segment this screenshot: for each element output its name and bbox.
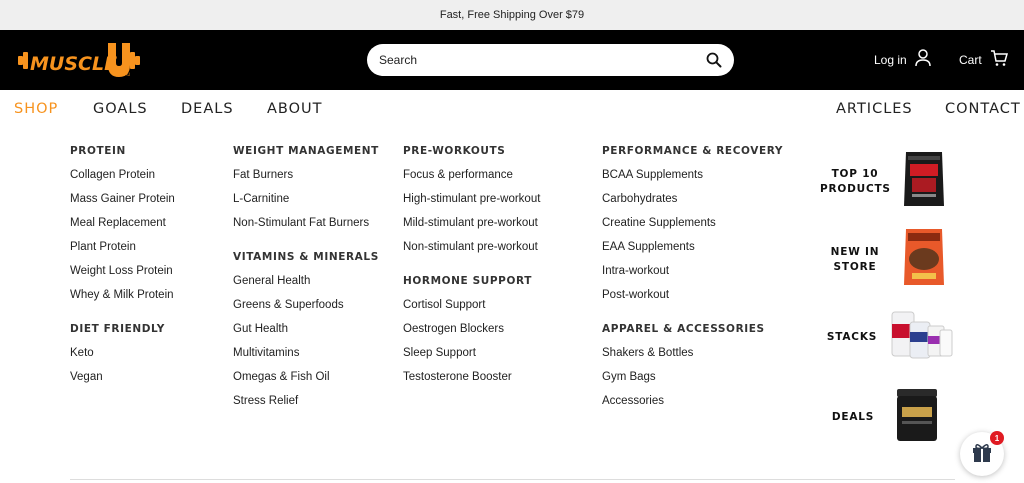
menu-column-3: PRE-WORKOUTS Focus & performance High-st… (403, 139, 540, 389)
search-icon[interactable] (706, 52, 722, 68)
promo-label: STACKS (826, 331, 878, 343)
promo-top10[interactable]: TOP 10 PRODUCTS (820, 150, 946, 213)
user-icon (914, 49, 931, 70)
category-heading[interactable]: PRE-WORKOUTS (403, 139, 540, 163)
login-link[interactable]: Log in (874, 49, 931, 70)
muscleu-logo[interactable]: MUSCLE COM.AU (18, 41, 140, 79)
login-label: Log in (874, 52, 907, 67)
menu-link[interactable]: Focus & performance (403, 163, 540, 187)
menu-link[interactable]: Non-Stimulant Fat Burners (233, 211, 379, 235)
top10-product-bag-image (902, 150, 946, 213)
menu-link[interactable]: Cortisol Support (403, 293, 540, 317)
menu-link[interactable]: Meal Replacement (70, 211, 175, 235)
menu-link[interactable]: Sleep Support (403, 341, 540, 365)
category-heading[interactable]: APPAREL & ACCESSORIES (602, 317, 783, 341)
menu-link[interactable]: Plant Protein (70, 235, 175, 259)
menu-link[interactable]: Keto (70, 341, 175, 365)
menu-link[interactable]: Carbohydrates (602, 187, 783, 211)
logo-sub: COM.AU (114, 72, 130, 77)
promo-label: TOP 10 (831, 167, 879, 180)
promo-deals[interactable]: DEALS (820, 387, 940, 448)
deals-tub-image (894, 387, 940, 448)
main-nav: SHOP GOALS DEALS ABOUT ARTICLES CONTACT (0, 90, 1024, 130)
menu-link[interactable]: Fat Burners (233, 163, 379, 187)
menu-link[interactable]: Non-stimulant pre-workout (403, 235, 540, 259)
menu-link[interactable]: Mass Gainer Protein (70, 187, 175, 211)
menu-link[interactable]: Testosterone Booster (403, 365, 540, 389)
nav-articles[interactable]: ARTICLES (836, 101, 913, 117)
gift-icon (971, 441, 993, 468)
menu-column-4: PERFORMANCE & RECOVERY BCAA Supplements … (602, 139, 783, 413)
stacks-products-image (888, 308, 954, 367)
nav-goals[interactable]: GOALS (93, 101, 148, 117)
new-in-product-bag-image (902, 227, 946, 292)
nav-deals[interactable]: DEALS (181, 101, 234, 117)
menu-link[interactable]: Post-workout (602, 283, 783, 307)
nav-contact[interactable]: CONTACT (945, 101, 1021, 117)
cart-icon (990, 49, 1008, 70)
menu-link[interactable]: High-stimulant pre-workout (403, 187, 540, 211)
site-header: MUSCLE COM.AU Log in Cart (0, 30, 1024, 90)
promo-label: DEALS (831, 411, 875, 423)
cart-label: Cart (959, 52, 982, 67)
nav-about[interactable]: ABOUT (267, 101, 323, 117)
nav-shop[interactable]: SHOP (14, 101, 58, 117)
menu-link[interactable]: Weight Loss Protein (70, 259, 175, 283)
category-heading[interactable]: PROTEIN (70, 139, 175, 163)
category-heading[interactable]: PERFORMANCE & RECOVERY (602, 139, 783, 163)
promo-new-in[interactable]: NEW IN STORE (820, 227, 946, 292)
category-heading[interactable]: DIET FRIENDLY (70, 317, 175, 341)
menu-link[interactable]: General Health (233, 269, 379, 293)
menu-bottom-divider (70, 479, 955, 480)
promo-label: STORE (833, 260, 877, 273)
menu-link[interactable]: Intra-workout (602, 259, 783, 283)
menu-link[interactable]: Gut Health (233, 317, 379, 341)
menu-link[interactable]: Stress Relief (233, 389, 379, 413)
category-heading[interactable]: WEIGHT MANAGEMENT (233, 139, 379, 163)
menu-link[interactable]: Shakers & Bottles (602, 341, 783, 365)
category-heading[interactable]: VITAMINS & MINERALS (233, 245, 379, 269)
menu-link[interactable]: EAA Supplements (602, 235, 783, 259)
promo-bar: Fast, Free Shipping Over $79 (0, 0, 1024, 30)
menu-link[interactable]: L-Carnitine (233, 187, 379, 211)
menu-link[interactable]: Oestrogen Blockers (403, 317, 540, 341)
search-input[interactable] (379, 53, 706, 67)
logo-text: MUSCLE (30, 53, 117, 75)
cart-link[interactable]: Cart (959, 49, 1008, 70)
menu-link[interactable]: Vegan (70, 365, 175, 389)
promo-bar-text: Fast, Free Shipping Over $79 (439, 9, 585, 21)
promo-label: NEW IN (830, 245, 880, 258)
category-heading[interactable]: HORMONE SUPPORT (403, 269, 540, 293)
menu-link[interactable]: Gym Bags (602, 365, 783, 389)
menu-link[interactable]: Greens & Superfoods (233, 293, 379, 317)
menu-link[interactable]: Omegas & Fish Oil (233, 365, 379, 389)
promo-stacks[interactable]: STACKS (820, 308, 954, 367)
menu-column-2: WEIGHT MANAGEMENT Fat Burners L-Carnitin… (233, 139, 379, 413)
menu-link[interactable]: BCAA Supplements (602, 163, 783, 187)
notification-badge: 1 (990, 431, 1004, 445)
menu-link[interactable]: Whey & Milk Protein (70, 283, 175, 307)
menu-link[interactable]: Mild-stimulant pre-workout (403, 211, 540, 235)
promo-label: PRODUCTS (820, 182, 891, 195)
menu-link[interactable]: Creatine Supplements (602, 211, 783, 235)
menu-link[interactable]: Collagen Protein (70, 163, 175, 187)
menu-link[interactable]: Multivitamins (233, 341, 379, 365)
menu-column-1: PROTEIN Collagen Protein Mass Gainer Pro… (70, 139, 175, 389)
search-bar[interactable] (367, 44, 734, 76)
menu-link[interactable]: Accessories (602, 389, 783, 413)
